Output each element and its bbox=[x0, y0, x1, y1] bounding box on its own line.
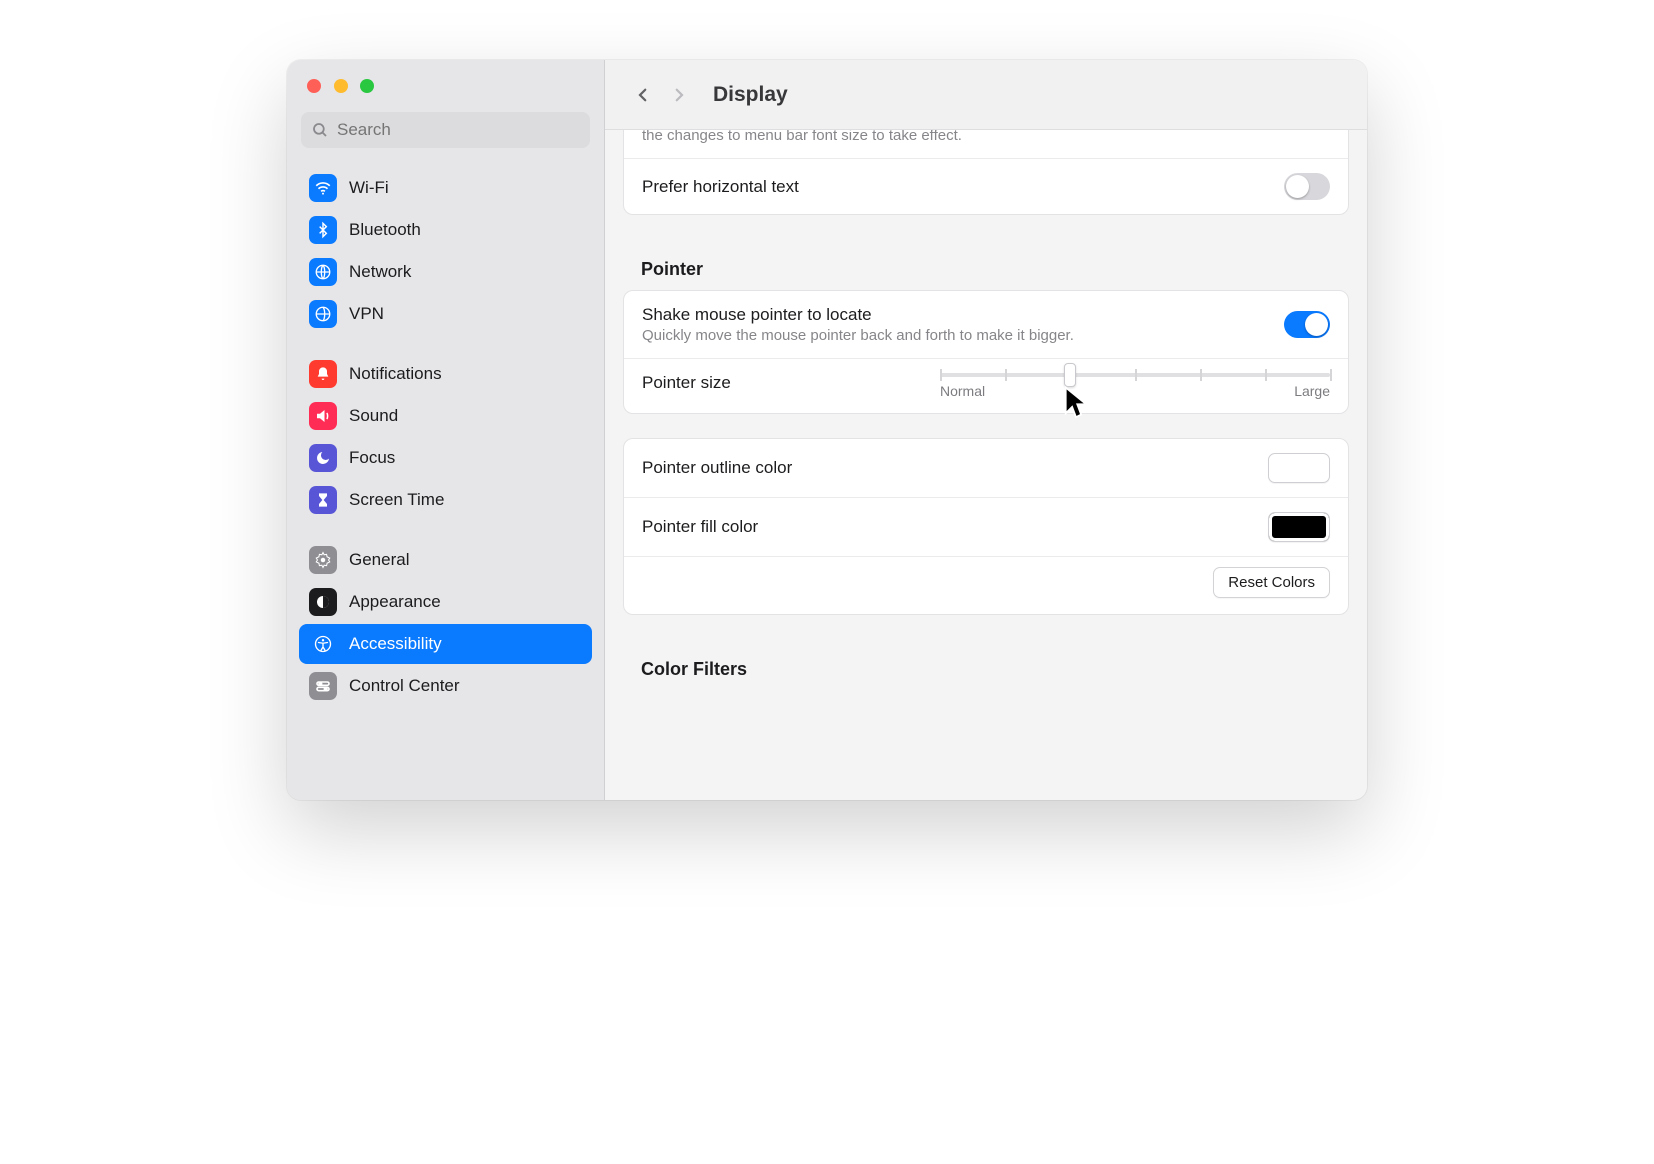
pointer-section-title: Pointer bbox=[623, 239, 1349, 290]
sidebar: Wi-Fi Bluetooth Network VPN bbox=[287, 60, 605, 800]
shake-pointer-row: Shake mouse pointer to locate Quickly mo… bbox=[624, 291, 1348, 358]
reset-colors-button[interactable]: Reset Colors bbox=[1213, 567, 1330, 598]
sidebar-item-general[interactable]: General bbox=[299, 540, 592, 580]
pointer-outline-color-well[interactable] bbox=[1268, 453, 1330, 483]
back-button[interactable] bbox=[625, 77, 661, 113]
sidebar-item-vpn[interactable]: VPN bbox=[299, 294, 592, 334]
zoom-window-button[interactable] bbox=[360, 79, 374, 93]
network-icon bbox=[309, 258, 337, 286]
minimize-window-button[interactable] bbox=[334, 79, 348, 93]
pointer-size-min-label: Normal bbox=[940, 383, 985, 399]
pointer-size-row: Pointer size bbox=[624, 358, 1348, 413]
pointer-size-slider[interactable]: Normal Large bbox=[940, 373, 1330, 399]
pointer-outline-color-label: Pointer outline color bbox=[642, 458, 792, 478]
sidebar-item-label: Wi-Fi bbox=[349, 178, 389, 198]
page-title: Display bbox=[713, 83, 788, 107]
general-icon bbox=[309, 546, 337, 574]
sidebar-item-label: Accessibility bbox=[349, 634, 442, 654]
prefer-horizontal-text-row: Prefer horizontal text bbox=[624, 158, 1348, 214]
forward-button[interactable] bbox=[661, 77, 697, 113]
sidebar-item-label: Network bbox=[349, 262, 411, 282]
color-filters-section-title: Color Filters bbox=[623, 639, 1349, 690]
window-controls bbox=[287, 60, 604, 112]
sidebar-item-network[interactable]: Network bbox=[299, 252, 592, 292]
pointer-size-max-label: Large bbox=[1294, 383, 1330, 399]
pointer-fill-color-label: Pointer fill color bbox=[642, 517, 758, 537]
pointer-colors-card: Pointer outline color Pointer fill color… bbox=[623, 438, 1349, 615]
sidebar-list: Wi-Fi Bluetooth Network VPN bbox=[287, 160, 604, 708]
text-options-card: the changes to menu bar font size to tak… bbox=[623, 130, 1349, 215]
sidebar-item-accessibility[interactable]: Accessibility bbox=[299, 624, 592, 664]
sidebar-item-sound[interactable]: Sound bbox=[299, 396, 592, 436]
sidebar-item-label: VPN bbox=[349, 304, 384, 324]
search-input[interactable] bbox=[335, 119, 580, 141]
sidebar-item-label: General bbox=[349, 550, 409, 570]
sidebar-item-wifi[interactable]: Wi-Fi bbox=[299, 168, 592, 208]
bluetooth-icon bbox=[309, 216, 337, 244]
sidebar-item-bluetooth[interactable]: Bluetooth bbox=[299, 210, 592, 250]
main-panel: Display the changes to menu bar font siz… bbox=[605, 60, 1367, 800]
slider-thumb[interactable] bbox=[1064, 363, 1076, 387]
sound-icon bbox=[309, 402, 337, 430]
toolbar: Display bbox=[605, 60, 1367, 130]
appearance-icon bbox=[309, 588, 337, 616]
shake-pointer-subtext: Quickly move the mouse pointer back and … bbox=[642, 327, 1284, 344]
close-window-button[interactable] bbox=[307, 79, 321, 93]
pointer-outline-color-row: Pointer outline color bbox=[624, 439, 1348, 497]
control-center-icon bbox=[309, 672, 337, 700]
sidebar-item-control-center[interactable]: Control Center bbox=[299, 666, 592, 706]
sidebar-item-label: Sound bbox=[349, 406, 398, 426]
content-area: the changes to menu bar font size to tak… bbox=[605, 130, 1367, 710]
shake-pointer-label: Shake mouse pointer to locate bbox=[642, 305, 1284, 325]
sidebar-item-appearance[interactable]: Appearance bbox=[299, 582, 592, 622]
reset-colors-row: Reset Colors bbox=[624, 556, 1348, 614]
sidebar-item-notifications[interactable]: Notifications bbox=[299, 354, 592, 394]
pointer-fill-color-row: Pointer fill color bbox=[624, 497, 1348, 556]
sidebar-item-label: Notifications bbox=[349, 364, 442, 384]
pointer-fill-color-well[interactable] bbox=[1268, 512, 1330, 542]
sidebar-item-label: Focus bbox=[349, 448, 395, 468]
pointer-card: Shake mouse pointer to locate Quickly mo… bbox=[623, 290, 1349, 414]
sidebar-item-label: Bluetooth bbox=[349, 220, 421, 240]
menu-bar-hint-text: the changes to menu bar font size to tak… bbox=[624, 130, 1348, 158]
search-icon bbox=[311, 121, 329, 139]
screen-time-icon bbox=[309, 486, 337, 514]
vpn-icon bbox=[309, 300, 337, 328]
search-field[interactable] bbox=[301, 112, 590, 148]
sidebar-item-focus[interactable]: Focus bbox=[299, 438, 592, 478]
shake-pointer-toggle[interactable] bbox=[1284, 311, 1330, 338]
prefer-horizontal-text-toggle[interactable] bbox=[1284, 173, 1330, 200]
sidebar-item-label: Screen Time bbox=[349, 490, 444, 510]
wifi-icon bbox=[309, 174, 337, 202]
settings-window: Wi-Fi Bluetooth Network VPN bbox=[287, 60, 1367, 800]
prefer-horizontal-text-label: Prefer horizontal text bbox=[642, 177, 799, 197]
notifications-icon bbox=[309, 360, 337, 388]
focus-icon bbox=[309, 444, 337, 472]
sidebar-item-label: Control Center bbox=[349, 676, 460, 696]
pointer-size-label: Pointer size bbox=[642, 373, 731, 393]
sidebar-item-label: Appearance bbox=[349, 592, 441, 612]
accessibility-icon bbox=[309, 630, 337, 658]
sidebar-item-screen-time[interactable]: Screen Time bbox=[299, 480, 592, 520]
